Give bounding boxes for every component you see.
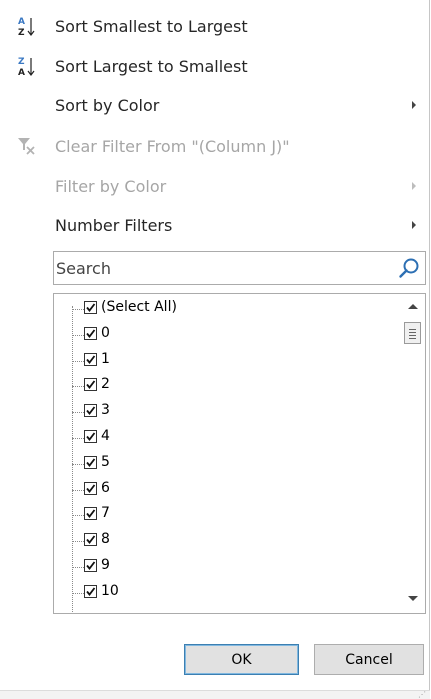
tree-connector xyxy=(72,489,84,491)
sort-za-icon: Z A xyxy=(17,54,37,78)
item-checkbox[interactable] xyxy=(84,352,97,366)
sort-ascending-label: Sort Smallest to Largest xyxy=(55,16,248,36)
tree-connector xyxy=(72,592,84,594)
list-item[interactable]: 5 xyxy=(54,452,394,478)
svg-text:A: A xyxy=(18,17,25,27)
item-checkbox[interactable] xyxy=(84,584,97,598)
cancel-button[interactable]: Cancel xyxy=(314,644,424,675)
search-box xyxy=(53,251,426,285)
item-label: 0 xyxy=(101,324,110,341)
scrollbar-thumb[interactable] xyxy=(404,322,421,344)
list-item[interactable]: 7 xyxy=(54,503,394,529)
autofilter-dropdown: A Z Sort Smallest to Largest Z A Sort La… xyxy=(0,0,430,699)
item-label: 5 xyxy=(101,453,110,470)
sort-ascending-item[interactable]: A Z Sort Smallest to Largest xyxy=(0,10,430,42)
list-item[interactable]: 4 xyxy=(54,426,394,452)
sort-descending-label: Sort Largest to Smallest xyxy=(55,56,248,76)
list-item[interactable]: 6 xyxy=(54,478,394,504)
item-label: 9 xyxy=(101,557,110,573)
scrollbar[interactable] xyxy=(400,294,425,613)
clear-filter-label: Clear Filter From "(Column J)" xyxy=(55,136,290,156)
item-checkbox[interactable] xyxy=(84,559,97,572)
svg-text:Z: Z xyxy=(18,28,25,37)
list-item[interactable]: 1 xyxy=(54,349,394,375)
item-checkbox[interactable] xyxy=(84,507,97,521)
value-list: (Select All) 0 1 2 3 4 5 6 7 8 9 10 xyxy=(53,293,426,614)
resize-grip-icon[interactable]: ⋰ xyxy=(418,691,427,699)
list-item[interactable]: 2 xyxy=(54,374,394,400)
item-label: 10 xyxy=(101,582,119,599)
item-label: 6 xyxy=(101,479,110,496)
list-item[interactable]: 10 xyxy=(54,581,394,607)
item-checkbox[interactable] xyxy=(84,404,97,418)
sort-descending-item[interactable]: Z A Sort Largest to Smallest xyxy=(0,50,430,82)
item-checkbox[interactable] xyxy=(84,481,97,495)
filter-by-color-label: Filter by Color xyxy=(55,176,167,196)
item-label: 2 xyxy=(101,376,110,393)
tree-connector xyxy=(72,463,84,465)
item-label: 4 xyxy=(101,428,110,444)
item-checkbox[interactable] xyxy=(84,455,97,469)
tree-connector xyxy=(72,309,84,310)
list-item[interactable]: (Select All) xyxy=(54,297,394,323)
search-input[interactable] xyxy=(56,254,386,282)
list-item[interactable]: 0 xyxy=(54,323,394,349)
sort-by-color-item[interactable]: Sort by Color xyxy=(0,89,430,121)
item-checkbox[interactable] xyxy=(84,430,97,443)
scroll-down-arrow-icon[interactable] xyxy=(408,596,418,601)
tree-connector xyxy=(72,334,84,336)
tree-connector xyxy=(72,438,84,439)
item-label: 8 xyxy=(101,531,110,548)
sort-az-icon: A Z xyxy=(17,14,37,38)
item-checkbox[interactable] xyxy=(84,301,97,314)
list-item[interactable]: 8 xyxy=(54,529,394,555)
filter-by-color-item: Filter by Color xyxy=(0,170,430,202)
sort-by-color-label: Sort by Color xyxy=(55,95,160,115)
clear-filter-item: Clear Filter From "(Column J)" xyxy=(0,130,430,162)
submenu-arrow-icon xyxy=(412,182,416,190)
list-item[interactable]: 9 xyxy=(54,555,394,581)
tree-connector xyxy=(72,541,84,543)
item-checkbox[interactable] xyxy=(84,533,97,547)
item-checkbox[interactable] xyxy=(84,326,97,340)
submenu-arrow-icon xyxy=(412,221,416,229)
item-label: 1 xyxy=(101,350,110,367)
item-label: 7 xyxy=(101,505,110,522)
tree-connector xyxy=(72,567,84,568)
tree-connector xyxy=(72,412,84,414)
ok-button[interactable]: OK xyxy=(184,644,299,675)
number-filters-item[interactable]: Number Filters xyxy=(0,209,430,241)
clear-filter-icon xyxy=(17,134,37,158)
tree-connector xyxy=(72,515,84,517)
tree-connector xyxy=(72,386,84,388)
svg-text:Z: Z xyxy=(18,57,25,67)
tree-connector xyxy=(72,360,84,362)
submenu-arrow-icon xyxy=(412,101,416,109)
number-filters-label: Number Filters xyxy=(55,215,173,235)
svg-text:A: A xyxy=(18,68,25,77)
scroll-up-arrow-icon[interactable] xyxy=(408,304,418,309)
item-label: (Select All) xyxy=(101,299,177,315)
item-checkbox[interactable] xyxy=(84,378,97,392)
search-icon[interactable] xyxy=(398,257,420,283)
list-item[interactable]: 3 xyxy=(54,400,394,426)
item-label: 3 xyxy=(101,402,110,419)
